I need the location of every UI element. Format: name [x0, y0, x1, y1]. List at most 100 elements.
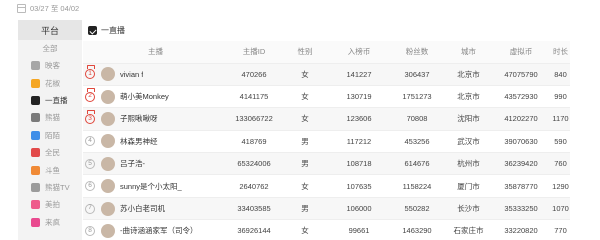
table-row[interactable]: 7 苏小白老司机 33403585 男 106000 550282 长沙市 35333250 1… — [83, 197, 570, 221]
sidebar-item-platform[interactable]: 一直播 — [18, 92, 82, 109]
sidebar-item-platform[interactable]: 映客 — [18, 57, 82, 74]
anchor-name[interactable]: 苏小白老司机 — [120, 203, 165, 214]
anchor-cell: 8 -曲诗涵涵家军（司令） — [83, 219, 228, 240]
cell-id: 4141175 — [228, 85, 280, 109]
yizhibo-logo-icon — [88, 26, 97, 35]
avatar[interactable] — [101, 179, 115, 194]
platform-logo-icon — [31, 95, 40, 105]
cell-duration: 1170 — [551, 107, 570, 131]
cell-id: 33403585 — [228, 197, 280, 221]
sidebar-item-label: 一直播 — [45, 95, 68, 105]
cell-city: 北京市 — [446, 63, 491, 86]
platform-title: 一直播 — [101, 26, 125, 35]
sidebar-item-label: 陌陌 — [45, 130, 60, 140]
sidebar-item-platform[interactable]: 陌陌 — [18, 127, 82, 144]
crown-rank-badge: 3 — [85, 109, 95, 124]
cell-virtual: 36239420 — [491, 152, 551, 176]
cell-virtual: 35333250 — [491, 197, 551, 221]
col-header-virtual[interactable]: 虚拟币 — [491, 41, 551, 64]
platform-logo-icon — [31, 78, 40, 88]
sidebar-item-platform[interactable]: 全民 — [18, 144, 82, 161]
cell-duration: 590 — [551, 130, 570, 154]
avatar[interactable] — [101, 67, 115, 82]
anchor-name[interactable]: 林森男神经 — [120, 136, 158, 147]
avatar[interactable] — [101, 89, 115, 104]
table-row[interactable]: 4 林森男神经 418769 男 117212 453256 武汉市 39070630 590 — [83, 130, 570, 154]
sidebar-item-platform[interactable]: 花椒 — [18, 74, 82, 91]
avatar[interactable] — [101, 223, 115, 238]
table-row[interactable]: 6 sunny是个小太阳_ 2640762 女 107635 1158224 厦门市 3587… — [83, 174, 570, 198]
sidebar-item-platform[interactable]: 斗鱼 — [18, 161, 82, 178]
cell-gender: 女 — [280, 63, 330, 86]
anchor-cell: 4 林森男神经 — [83, 130, 228, 154]
cell-city: 北京市 — [446, 85, 491, 109]
date-range-bar[interactable]: 03/27 至 04/02 — [0, 0, 600, 17]
anchor-cell: 1 vivian f — [83, 63, 228, 86]
cell-virtual: 35878770 — [491, 174, 551, 198]
platform-logo-icon — [31, 61, 40, 71]
cell-city: 厦门市 — [446, 174, 491, 198]
cell-city: 杭州市 — [446, 152, 491, 176]
cell-id: 133066722 — [228, 107, 280, 131]
sidebar-item-platform[interactable]: 熊猫TV — [18, 179, 82, 196]
cell-coins: 130719 — [330, 85, 388, 109]
col-header-gender[interactable]: 性别 — [280, 41, 330, 64]
platform-logo-icon — [31, 200, 40, 210]
anchor-info: 1 vivian f — [83, 65, 228, 82]
cell-duration: 840 — [551, 63, 570, 86]
cell-fans: 1751273 — [388, 85, 446, 109]
cell-city: 石家庄市 — [446, 219, 491, 240]
cell-duration: 1290 — [551, 174, 570, 198]
cell-duration: 760 — [551, 152, 570, 176]
avatar[interactable] — [101, 134, 115, 149]
cell-id: 2640762 — [228, 174, 280, 198]
anchor-info: 5 吕子浩- — [83, 156, 228, 171]
cell-fans: 614676 — [388, 152, 446, 176]
anchor-name[interactable]: sunny是个小太阳_ — [120, 181, 182, 192]
col-header-duration[interactable]: 时长 — [551, 41, 570, 64]
col-header-fans[interactable]: 粉丝数 — [388, 41, 446, 64]
avatar[interactable] — [101, 111, 115, 126]
table-row[interactable]: 2 萌小美Monkey 4141175 女 130719 1751273 北京市 435729… — [83, 85, 570, 109]
table-row[interactable]: 8 -曲诗涵涵家军（司令） 36926144 女 99661 1463290 石家庄市 332… — [83, 219, 570, 240]
table-row[interactable]: 3 子熙啾啾呀 133066722 女 123606 70808 沈阳市 41202270 11… — [83, 107, 570, 131]
crown-rank-badge: 2 — [85, 87, 95, 102]
cell-coins: 123606 — [330, 107, 388, 131]
table-row[interactable]: 5 吕子浩- 65324006 男 108718 614676 杭州市 36239420 760 — [83, 152, 570, 176]
platform-sidebar: 平台 全部 映客 花椒 一直播 熊猫 陌陌 全民 斗鱼 熊猫TV 美拍 来疯 — [18, 20, 82, 240]
anchor-name[interactable]: 子熙啾啾呀 — [120, 113, 158, 124]
avatar[interactable] — [101, 156, 115, 171]
anchor-name[interactable]: vivian f — [120, 70, 143, 79]
cell-id: 470266 — [228, 63, 280, 86]
col-header-coins[interactable]: 入榜币 — [330, 41, 388, 64]
anchor-info: 3 子熙啾啾呀 — [83, 109, 228, 126]
anchor-cell: 7 苏小白老司机 — [83, 197, 228, 221]
anchor-name[interactable]: 吕子浩- — [120, 158, 145, 169]
sidebar-item-platform[interactable]: 美拍 — [18, 196, 82, 213]
ranking-table: 主播 主播ID 性别 入榜币 粉丝数 城市 虚拟币 时长 1 vivian f 47… — [83, 41, 570, 240]
sidebar-item-all[interactable]: 全部 — [18, 40, 82, 57]
cell-fans: 1158224 — [388, 174, 446, 198]
cell-virtual: 47075790 — [491, 63, 551, 86]
col-header-anchor[interactable]: 主播 — [83, 41, 228, 64]
cell-duration: 1070 — [551, 197, 570, 221]
cell-gender: 男 — [280, 152, 330, 176]
col-header-id[interactable]: 主播ID — [228, 41, 280, 64]
anchor-info: 7 苏小白老司机 — [83, 201, 228, 216]
sidebar-item-platform[interactable]: 来疯 — [18, 214, 82, 231]
platform-logo-icon — [31, 217, 40, 227]
cell-fans: 550282 — [388, 197, 446, 221]
table-row[interactable]: 1 vivian f 470266 女 141227 306437 北京市 47075790 8… — [83, 63, 570, 86]
sidebar-item-platform[interactable]: 熊猫 — [18, 109, 82, 126]
cell-gender: 女 — [280, 219, 330, 240]
col-header-city[interactable]: 城市 — [446, 41, 491, 64]
anchor-name[interactable]: -曲诗涵涵家军（司令） — [120, 225, 198, 236]
platform-title-row: 一直播 — [83, 20, 570, 41]
avatar[interactable] — [101, 201, 115, 216]
cell-gender: 女 — [280, 85, 330, 109]
anchor-info: 2 萌小美Monkey — [83, 87, 228, 104]
cell-fans: 453256 — [388, 130, 446, 154]
anchor-cell: 5 吕子浩- — [83, 152, 228, 176]
anchor-info: 4 林森男神经 — [83, 134, 228, 149]
anchor-name[interactable]: 萌小美Monkey — [120, 91, 169, 102]
